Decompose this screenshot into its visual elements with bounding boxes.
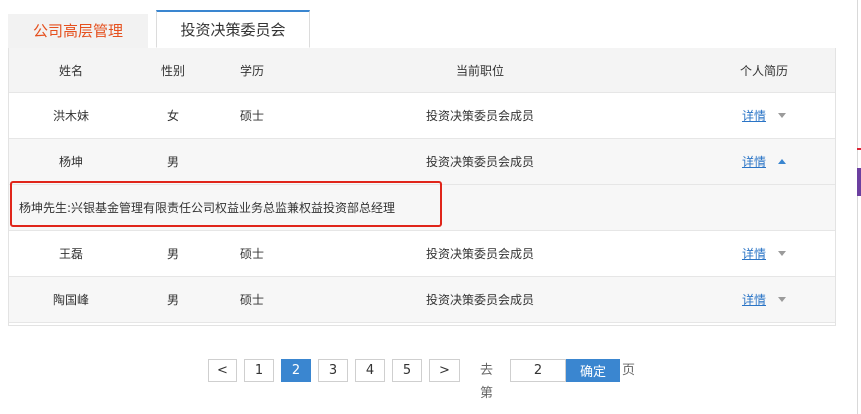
confirm-goto-button[interactable]: 确定: [566, 359, 620, 382]
right-edge-panel: [857, 0, 861, 414]
page-2-button[interactable]: 2: [281, 359, 311, 382]
right-edge-marker: [857, 168, 861, 196]
chevron-up-icon[interactable]: [778, 159, 786, 164]
chevron-down-icon[interactable]: [778, 113, 786, 118]
cell-bio: 详情: [709, 93, 819, 138]
chevron-down-icon[interactable]: [778, 251, 786, 256]
cell-name: 陶国峰: [52, 293, 89, 307]
table-row: 陶国峰 男 硕士 投资决策委员会成员 详情: [9, 277, 835, 323]
goto-prefix-label: 去第: [480, 363, 494, 401]
details-link[interactable]: 详情: [742, 291, 766, 308]
highlight-box: [10, 181, 442, 227]
table-row: 杨坤 男 投资决策委员会成员 详情: [9, 139, 835, 185]
cell-gender: 女: [166, 109, 179, 123]
cell-education: 硕士: [240, 247, 265, 261]
page-3-button[interactable]: 3: [318, 359, 348, 382]
details-link[interactable]: 详情: [742, 107, 766, 124]
prev-page-button[interactable]: <: [208, 359, 237, 382]
page-4-button[interactable]: 4: [355, 359, 385, 382]
table-row: 王磊 男 硕士 投资决策委员会成员 详情: [9, 231, 835, 277]
cell-position: 投资决策委员会成员: [425, 109, 534, 123]
page-5-button[interactable]: 5: [392, 359, 422, 382]
header-position: 当前职位: [455, 63, 504, 78]
cell-name: 洪木妹: [52, 109, 89, 123]
cell-education: 硕士: [240, 293, 265, 307]
cell-name: 王磊: [58, 247, 83, 261]
page-1-button[interactable]: 1: [244, 359, 274, 382]
tab-company-management[interactable]: 公司高层管理: [8, 14, 148, 48]
table-row: 洪木妹 女 硕士 投资决策委员会成员 详情: [9, 93, 835, 139]
cell-position: 投资决策委员会成员: [425, 155, 534, 169]
next-page-button[interactable]: >: [429, 359, 460, 382]
chevron-down-icon[interactable]: [778, 297, 786, 302]
right-edge-accent-line: [857, 148, 861, 150]
cell-position: 投资决策委员会成员: [425, 247, 534, 261]
tab-bar: 公司高层管理 投资决策委员会: [8, 10, 836, 49]
tab-investment-committee[interactable]: 投资决策委员会: [156, 10, 310, 48]
details-link[interactable]: 详情: [742, 245, 766, 262]
header-gender: 性别: [160, 63, 185, 78]
header-bio: 个人简历: [739, 63, 788, 78]
header-education: 学历: [240, 63, 265, 78]
details-link[interactable]: 详情: [742, 153, 766, 170]
goto-suffix-label: 页: [622, 363, 636, 378]
cell-education: [240, 139, 320, 184]
cell-position: 投资决策委员会成员: [425, 293, 534, 307]
cell-bio: 详情: [709, 231, 819, 276]
cell-gender: 男: [166, 293, 179, 307]
cell-gender: 男: [166, 247, 179, 261]
cell-education: 硕士: [240, 109, 265, 123]
cell-gender: 男: [166, 155, 179, 169]
cell-bio: 详情: [709, 277, 819, 322]
cell-bio: 详情: [709, 139, 819, 184]
goto-page-input[interactable]: [510, 359, 566, 382]
table-header-row: 姓名 性别 学历 当前职位 个人简历: [9, 48, 835, 93]
cell-name: 杨坤: [58, 155, 83, 169]
header-name: 姓名: [58, 63, 83, 78]
